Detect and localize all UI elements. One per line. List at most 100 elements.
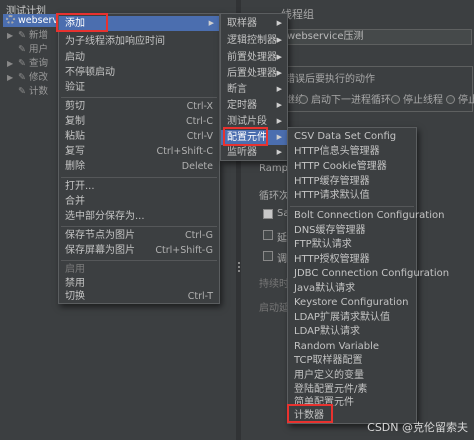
tree-node-label: 修改 bbox=[29, 72, 49, 83]
config-item-dns-cache-manager[interactable]: DNS缓存管理器 bbox=[288, 223, 416, 238]
menu-item-add[interactable]: 添加 ▶ bbox=[59, 16, 219, 31]
menu-separator bbox=[290, 206, 414, 207]
same-user-checkbox[interactable] bbox=[263, 209, 273, 219]
tree-node[interactable]: ✎ 计数 bbox=[18, 85, 48, 98]
menu-item-logic-controller[interactable]: 逻辑控制器 ▶ bbox=[221, 33, 287, 48]
menu-item-label: 复制 bbox=[65, 116, 85, 127]
menu-item-start[interactable]: 启动 bbox=[59, 50, 219, 65]
menu-item-label: Random Variable bbox=[294, 341, 380, 352]
config-item-http-cookie-manager[interactable]: HTTP Cookie管理器 bbox=[288, 159, 416, 174]
menu-item-label: Java默认请求 bbox=[294, 283, 356, 294]
config-item-user-defined-variables[interactable]: 用户定义的变量 bbox=[288, 368, 416, 383]
name-field[interactable]: webservice压测 bbox=[283, 29, 472, 45]
scheduler-checkbox[interactable] bbox=[263, 251, 273, 261]
menu-item-shortcut: Ctrl-G bbox=[184, 230, 213, 241]
config-item-ldap-request-defaults[interactable]: LDAP默认请求 bbox=[288, 324, 416, 339]
menu-item-start-no-pauses[interactable]: 不停顿启动 bbox=[59, 65, 219, 80]
submenu-arrow-icon: ▶ bbox=[276, 53, 282, 61]
menu-item-config-element[interactable]: 配置元件 ▶ bbox=[221, 130, 287, 145]
config-item-http-header-manager[interactable]: HTTP信息头管理器 bbox=[288, 144, 416, 159]
menu-item-open[interactable]: 打开... bbox=[59, 179, 219, 194]
gear-icon bbox=[6, 15, 15, 24]
submenu-arrow-icon: ▶ bbox=[276, 85, 282, 93]
menu-item-label: 后置处理器 bbox=[227, 68, 277, 79]
menu-item-post-processors[interactable]: 后置处理器 ▶ bbox=[221, 66, 287, 81]
submenu-arrow-icon: ▶ bbox=[276, 133, 282, 141]
menu-item-copy[interactable]: 复制 Ctrl-C bbox=[59, 114, 219, 129]
menu-item-label: 合并 bbox=[65, 196, 85, 207]
tree-node-label: 计数 bbox=[29, 86, 49, 97]
tree-node[interactable]: ✎ 用户 bbox=[18, 43, 48, 56]
config-item-http-request-defaults[interactable]: HTTP请求默认值 bbox=[288, 188, 416, 203]
menu-item-duplicate[interactable]: 复写 Ctrl+Shift-C bbox=[59, 144, 219, 159]
config-item-tcp-sampler-config[interactable]: TCP取样器配置 bbox=[288, 353, 416, 368]
radio-icon bbox=[446, 95, 455, 104]
menu-item-shortcut: Ctrl-C bbox=[186, 116, 213, 127]
menu-item-save-selection-as[interactable]: 选中部分保存为... bbox=[59, 209, 219, 224]
menu-item-label: 添加 bbox=[65, 18, 85, 29]
duration-label: 持续时 bbox=[259, 279, 289, 290]
menu-separator bbox=[61, 97, 217, 98]
menu-item-validate[interactable]: 验证 bbox=[59, 80, 219, 95]
menu-item-listener[interactable]: 监听器 ▶ bbox=[221, 145, 287, 160]
tool-icon: ✎ bbox=[18, 44, 26, 55]
config-item-ftp-request-defaults[interactable]: FTP默认请求 bbox=[288, 237, 416, 252]
tree-toggle[interactable]: ▶ bbox=[7, 73, 13, 82]
menu-item-paste[interactable]: 粘贴 Ctrl-V bbox=[59, 129, 219, 144]
menu-item-label: LDAP扩展请求默认值 bbox=[294, 312, 390, 323]
menu-item-toggle[interactable]: 切换 Ctrl-T bbox=[59, 289, 219, 304]
menu-item-test-fragment[interactable]: 测试片段 ▶ bbox=[221, 114, 287, 129]
menu-item-timer[interactable]: 定时器 ▶ bbox=[221, 98, 287, 113]
menu-item-add-think-times[interactable]: 为子线程添加响应时间 bbox=[59, 34, 219, 49]
tree-node[interactable]: ✎ 修改 bbox=[18, 71, 48, 84]
config-item-http-auth-manager[interactable]: HTTP授权管理器 bbox=[288, 252, 416, 267]
config-item-ldap-extended-defaults[interactable]: LDAP扩展请求默认值 bbox=[288, 310, 416, 325]
menu-item-label: JDBC Connection Configuration bbox=[294, 268, 450, 279]
menu-item-label: 登陆配置元件/素 bbox=[294, 384, 368, 395]
tool-icon: ✎ bbox=[18, 58, 26, 69]
radio-label: 启动下一进程循环 bbox=[311, 95, 391, 106]
menu-item-label: CSV Data Set Config bbox=[294, 131, 397, 142]
menu-item-label: Keystore Configuration bbox=[294, 297, 409, 308]
radio-icon bbox=[299, 95, 308, 104]
tree-toggle[interactable]: ▶ bbox=[7, 59, 13, 68]
config-item-http-cache-manager[interactable]: HTTP缓存管理器 bbox=[288, 174, 416, 189]
config-item-java-request-defaults[interactable]: Java默认请求 bbox=[288, 281, 416, 296]
config-item-bolt-connection[interactable]: Bolt Connection Configuration bbox=[288, 208, 444, 223]
menu-item-label: 配置元件 bbox=[227, 132, 267, 143]
tree-node-label: 新增 bbox=[29, 30, 49, 41]
menu-item-delete[interactable]: 删除 Delete bbox=[59, 159, 219, 174]
radio-stop-test[interactable]: 停止 bbox=[446, 91, 474, 106]
menu-item-label: 选中部分保存为... bbox=[65, 211, 145, 222]
menu-item-label: 测试片段 bbox=[227, 116, 267, 127]
radio-label: 停止 bbox=[458, 95, 474, 106]
menu-item-save-node-as-image[interactable]: 保存节点为图片 Ctrl-G bbox=[59, 228, 219, 243]
menu-item-merge[interactable]: 合并 bbox=[59, 194, 219, 209]
menu-item-label: 保存节点为图片 bbox=[65, 230, 135, 241]
menu-item-cut[interactable]: 剪切 Ctrl-X bbox=[59, 99, 219, 114]
menu-item-assertions[interactable]: 断言 ▶ bbox=[221, 82, 287, 97]
menu-item-save-screen-as-image[interactable]: 保存屏幕为图片 Ctrl+Shift-G bbox=[59, 243, 219, 258]
tree-node[interactable]: ✎ 查询 bbox=[18, 57, 48, 70]
startup-delay-label: 启动延 bbox=[259, 303, 289, 314]
menu-item-label: 前置处理器 bbox=[227, 52, 277, 63]
menu-item-shortcut: Ctrl-V bbox=[186, 131, 213, 142]
config-item-csv-data-set[interactable]: CSV Data Set Config bbox=[288, 129, 416, 144]
menu-item-pre-processors[interactable]: 前置处理器 ▶ bbox=[221, 50, 287, 65]
tree-toggle[interactable]: ▶ bbox=[7, 31, 13, 40]
menu-item-shortcut: Delete bbox=[181, 161, 213, 172]
config-item-jdbc-connection[interactable]: JDBC Connection Configuration bbox=[288, 266, 449, 281]
menu-item-label: 监听器 bbox=[227, 147, 257, 158]
config-item-keystore[interactable]: Keystore Configuration bbox=[288, 295, 416, 310]
config-item-random-variable[interactable]: Random Variable bbox=[288, 339, 416, 354]
menu-item-label: 复写 bbox=[65, 146, 85, 157]
menu-item-enable[interactable]: 启用 bbox=[59, 262, 219, 277]
menu-item-label: 保存屏幕为图片 bbox=[65, 245, 135, 256]
radio-stop-thread[interactable]: 停止线程 bbox=[391, 91, 443, 106]
radio-start-next-loop[interactable]: 启动下一进程循环 bbox=[299, 91, 391, 106]
delay-checkbox[interactable] bbox=[263, 230, 273, 240]
watermark: CSDN @克伦留索夫 bbox=[367, 421, 468, 434]
menu-item-sampler[interactable]: 取样器 ▶ bbox=[221, 16, 287, 31]
tree-node[interactable]: ✎ 新增 bbox=[18, 29, 48, 42]
menu-item-label: 禁用 bbox=[65, 278, 85, 289]
